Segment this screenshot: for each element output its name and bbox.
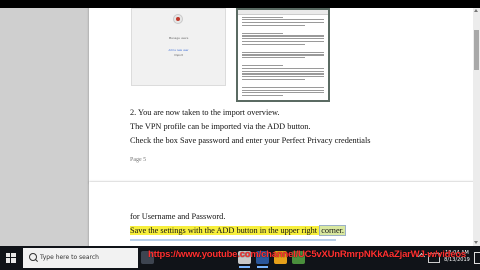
doc-line-add-button: The VPN profile can be imported via the … [130,122,311,131]
top-window-bar [0,0,480,8]
doc-line-import-overview: 2. You are now taken to the import overv… [130,108,280,117]
scroll-down-icon[interactable] [474,241,478,244]
taskbar-search-input[interactable]: Type here to search [23,248,138,268]
highlighted-text: Save the settings with the ADD button in… [130,226,320,235]
doc-line-save-settings: Save the settings with the ADD button in… [130,225,347,236]
selected-word: corner. [319,225,347,236]
document-page-2: for Username and Password. Save the sett… [89,182,473,246]
search-icon [29,253,37,261]
video-overlay-url: https://www.youtube.com/channel/UC5vXUnR… [148,249,467,260]
doc-line-username: for Username and Password. [130,212,226,221]
doc-line-save-password: Check the box Save password and enter yo… [130,136,371,145]
app-logo-icon [173,14,183,24]
document-viewer[interactable]: Manage users Add a new user Import 2. Yo… [0,8,473,246]
search-placeholder: Type here to search [40,254,99,261]
document-page-1: Manage users Add a new user Import 2. Yo… [89,8,473,183]
embedded-title: Manage users [168,36,189,40]
text-caret-bar [130,239,336,241]
embedded-screenshot-left: Manage users Add a new user Import [131,8,226,86]
embedded-link-add-user: Add a new user [168,49,189,52]
embedded-screenshot-right [236,8,330,102]
scroll-up-icon[interactable] [474,9,478,12]
page-number: Page 5 [130,157,147,163]
windows-start-icon[interactable] [6,253,16,263]
vertical-scrollbar[interactable] [473,8,480,246]
scroll-thumb[interactable] [474,30,479,70]
embedded-link-import: Import [174,54,183,57]
notification-icon[interactable] [474,252,480,264]
